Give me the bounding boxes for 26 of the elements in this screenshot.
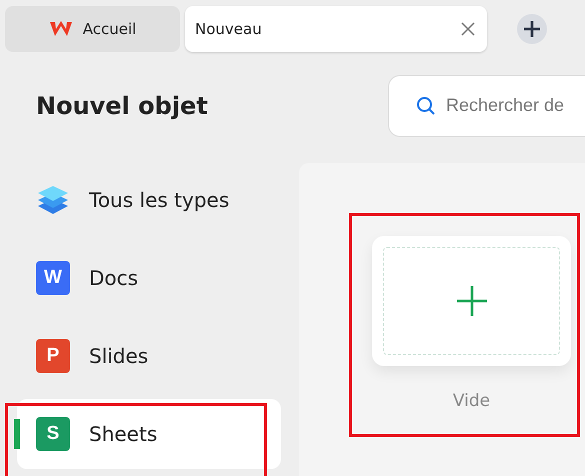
sidebar-label: Slides <box>89 344 148 368</box>
sidebar-item[interactable]: W Docs <box>17 243 281 313</box>
close-icon[interactable] <box>461 22 475 36</box>
tab-label: Nouveau <box>195 20 262 38</box>
tab-label: Accueil <box>82 20 136 38</box>
layers-icon <box>36 183 70 217</box>
tab[interactable]: Nouveau <box>185 6 487 52</box>
sidebar-item[interactable]: Tous les types <box>17 165 281 235</box>
plus-icon <box>456 285 488 317</box>
search-icon <box>416 96 436 116</box>
selection-bar <box>14 419 20 449</box>
sidebar-label: Tous les types <box>89 188 230 212</box>
plus-icon <box>523 20 541 38</box>
logo-icon <box>48 20 73 38</box>
sidebar-label: Sheets <box>89 422 158 446</box>
sidebar-item[interactable]: S Sheets <box>17 399 281 469</box>
app-icon: W <box>36 261 70 295</box>
new-tab-button[interactable] <box>517 14 547 44</box>
sidebar-label: Docs <box>89 266 138 290</box>
search-input[interactable]: Rechercher de <box>446 95 576 116</box>
page-title: Nouvel objet <box>36 92 209 120</box>
template-label: Vide <box>452 391 490 411</box>
app-icon: S <box>36 417 70 451</box>
tab[interactable]: Accueil <box>5 6 180 52</box>
app-icon: P <box>36 339 70 373</box>
sidebar-item[interactable]: P Slides <box>17 321 281 391</box>
